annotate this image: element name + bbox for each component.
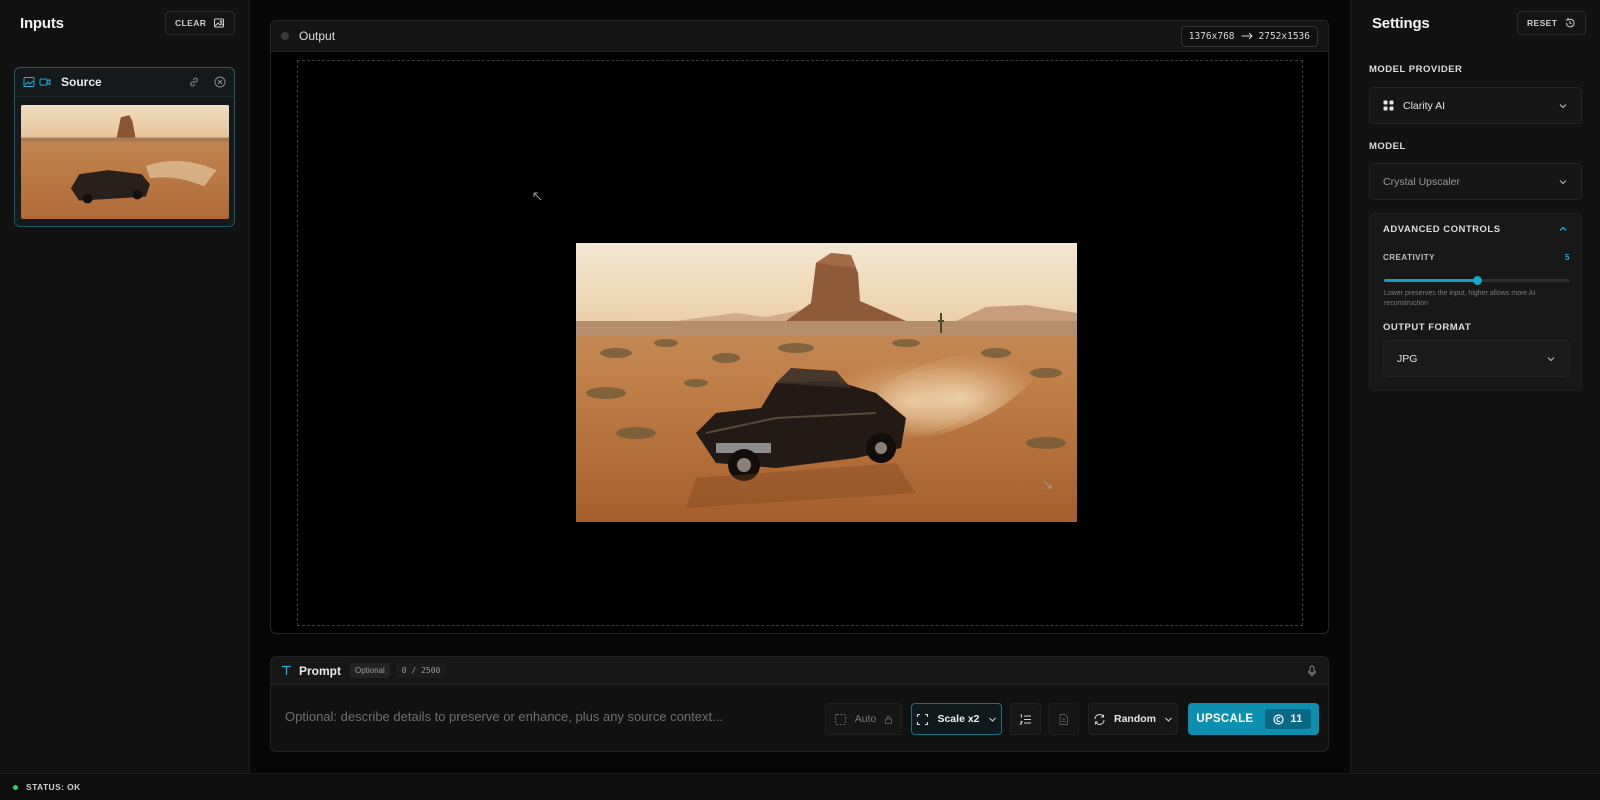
output-image [576,243,1077,522]
chevron-down-icon [1164,715,1173,724]
output-header: Output 1376x768 2752x1536 [271,21,1328,52]
credit-cost-value: 11 [1290,713,1302,725]
advanced-controls-label: ADVANCED CONTROLS [1383,224,1501,235]
output-format-value: JPG [1397,353,1417,365]
resize-bottom-right-icon[interactable] [1042,479,1052,489]
auto-select-icon [834,713,847,726]
scale-dropdown[interactable]: Scale x2 [911,703,1002,735]
chevron-down-icon [1546,354,1556,364]
status-bar: STATUS: OK [0,773,1600,800]
grid-icon [1383,100,1394,111]
upscale-label: UPSCALE [1196,713,1253,725]
source-thumbnail[interactable] [21,105,229,219]
clear-button-label: CLEAR [175,18,206,28]
model-value: Crystal Upscaler [1383,176,1460,188]
resolution-to: 2752x1536 [1259,31,1310,42]
clear-button[interactable]: CLEAR [165,11,235,35]
model-select[interactable]: Crystal Upscaler [1369,163,1582,200]
prompt-panel: Prompt Optional 0 / 2500 Auto Scale x2 R… [270,656,1329,752]
reset-button[interactable]: RESET [1517,11,1586,35]
batch-button[interactable] [1010,703,1041,735]
scale-label: Scale x2 [937,713,979,725]
model-label: MODEL [1369,141,1406,152]
creativity-slider-fill [1384,279,1477,282]
model-provider-value: Clarity AI [1403,100,1445,112]
char-counter: 0 / 2500 [396,663,447,678]
text-icon [281,665,292,676]
seed-dropdown[interactable]: Random [1088,703,1178,735]
arrow-right-icon [1241,32,1253,40]
status-indicator [13,785,18,790]
image-icon[interactable] [23,76,35,88]
output-title: Output [299,29,335,43]
output-format-label: OUTPUT FORMAT [1383,322,1471,333]
creativity-slider[interactable] [1384,279,1570,282]
resolution-from: 1376x768 [1189,31,1235,42]
chevron-down-icon [988,715,997,724]
inputs-panel: Inputs CLEAR Source [0,0,250,773]
numbered-list-icon [1019,713,1032,726]
reset-icon [1564,17,1576,29]
refresh-icon [1093,713,1106,726]
upscale-button[interactable]: UPSCALE 11 [1188,703,1319,735]
video-icon[interactable] [39,76,51,88]
credit-icon [1273,714,1284,725]
auto-toggle[interactable]: Auto [825,703,902,735]
prompt-header: Prompt Optional 0 / 2500 [271,657,1328,685]
creativity-hint: Lower preserves the input, higher allows… [1384,289,1574,309]
prompt-label: Prompt [299,664,341,678]
app: Inputs CLEAR Source [0,0,1600,800]
source-card-header: Source [15,68,234,97]
chevron-down-icon [1558,177,1568,187]
scale-icon [916,713,929,726]
document-icon [1057,713,1070,726]
resolution-badge: 1376x768 2752x1536 [1181,26,1318,47]
chevron-down-icon [1558,101,1568,111]
resize-top-left-icon[interactable] [533,192,543,202]
settings-panel: Settings RESET MODEL PROVIDER Clarity AI… [1350,0,1600,773]
optional-badge: Optional [350,663,390,678]
seed-label: Random [1114,713,1156,725]
source-label: Source [61,75,102,89]
output-status-dot [281,32,289,40]
output-canvas[interactable] [297,60,1303,626]
lock-icon [884,715,893,724]
auto-label: Auto [855,713,877,725]
creativity-value: 5 [1565,253,1570,262]
source-card[interactable]: Source [14,67,235,227]
model-provider-select[interactable]: Clarity AI [1369,87,1582,124]
reset-button-label: RESET [1527,18,1557,28]
output-format-select[interactable]: JPG [1383,340,1570,377]
microphone-icon[interactable] [1306,665,1318,677]
status-text: STATUS: OK [26,782,81,792]
credit-cost: 11 [1265,709,1310,729]
document-button[interactable] [1048,703,1079,735]
advanced-controls: ADVANCED CONTROLS CREATIVITY 5 Lower pre… [1369,213,1582,391]
link-icon[interactable] [188,76,200,88]
output-panel: Output 1376x768 2752x1536 [270,20,1329,634]
prompt-input[interactable] [285,691,815,741]
clear-image-icon [213,17,225,29]
model-provider-label: MODEL PROVIDER [1369,64,1462,75]
creativity-slider-handle[interactable] [1473,276,1482,285]
close-icon[interactable] [214,76,226,88]
settings-title: Settings [1372,15,1430,32]
creativity-label: CREATIVITY [1383,253,1435,262]
chevron-up-icon[interactable] [1558,224,1568,234]
inputs-title: Inputs [20,15,64,32]
